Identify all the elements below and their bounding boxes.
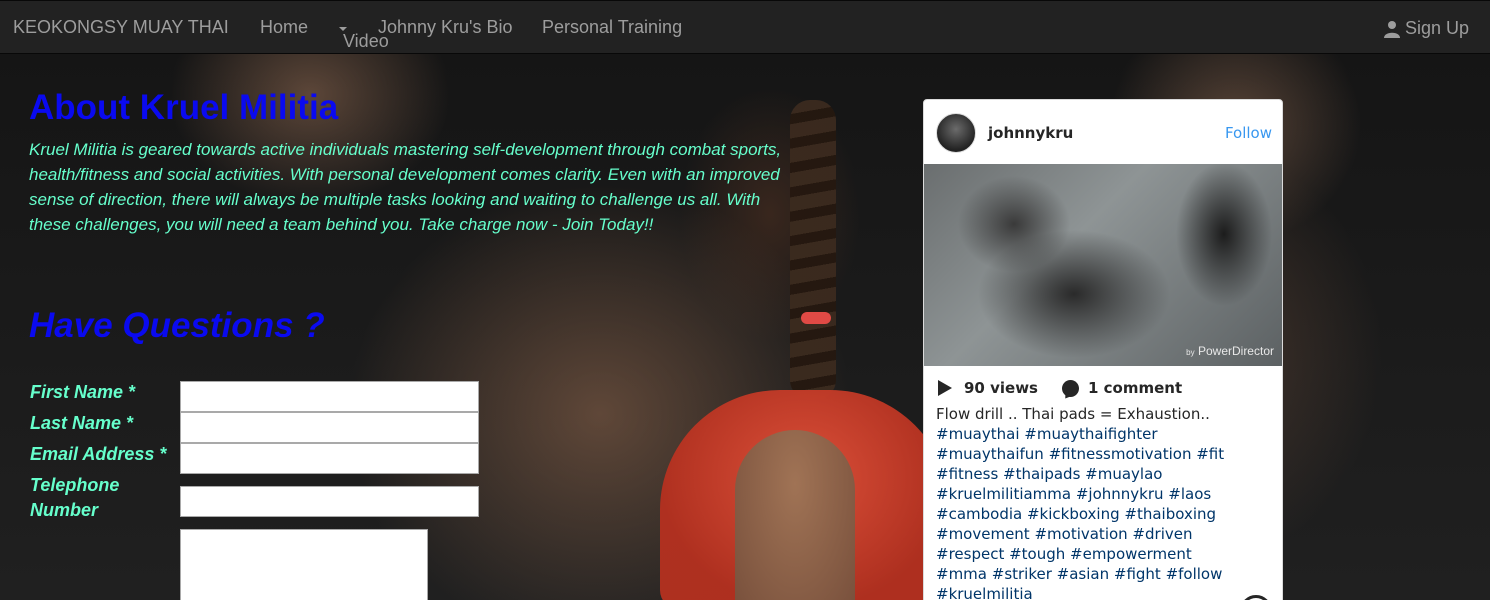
first-name-label: First Name * xyxy=(30,382,136,402)
caption-text: Flow drill .. Thai pads = Exhaustion.. xyxy=(936,405,1210,423)
phone-label: Telephone Number xyxy=(30,475,120,520)
phone-field[interactable] xyxy=(180,486,479,517)
caption-hashtags[interactable]: #muaythai #muaythaifighter #muaythaifun … xyxy=(936,424,1236,600)
background-hairtie xyxy=(801,312,831,324)
speech-bubble-icon[interactable] xyxy=(1240,595,1272,600)
follow-button[interactable]: Follow xyxy=(1225,124,1272,142)
instagram-embed: johnnykru Follow by PowerDirector 90 vie… xyxy=(923,99,1283,600)
last-name-field[interactable] xyxy=(180,412,479,443)
first-name-field[interactable] xyxy=(180,381,479,412)
top-navbar: KEOKONGSY MUAY THAI Home Video Johnny Kr… xyxy=(0,0,1490,54)
questions-title: Have Questions ? xyxy=(29,306,325,345)
watermark-brand: PowerDirector xyxy=(1197,344,1274,358)
avatar[interactable] xyxy=(936,113,976,153)
comments-count[interactable]: 1 comment xyxy=(1088,379,1182,397)
nav-home[interactable]: Home xyxy=(260,17,308,38)
background-shirt-back xyxy=(735,430,855,600)
brand-link[interactable]: KEOKONGSY MUAY THAI xyxy=(13,17,229,38)
last-name-label: Last Name * xyxy=(30,413,134,433)
email-field[interactable] xyxy=(180,443,479,474)
email-label: Email Address * xyxy=(30,444,167,464)
views-count: 90 views xyxy=(964,379,1038,397)
about-title: About Kruel Militia xyxy=(29,88,339,127)
instagram-username[interactable]: johnnykru xyxy=(988,124,1073,142)
nav-bio[interactable]: Johnny Kru's Bio xyxy=(378,17,513,38)
signup-label: Sign Up xyxy=(1404,18,1469,38)
instagram-video[interactable]: by PowerDirector xyxy=(924,164,1282,366)
instagram-stats: 90 views 1 comment xyxy=(938,379,1182,397)
nav-personal-training[interactable]: Personal Training xyxy=(542,17,682,38)
about-text: Kruel Militia is geared towards active i… xyxy=(29,140,782,234)
background-braid xyxy=(790,100,836,400)
play-icon xyxy=(938,380,952,396)
video-watermark: by PowerDirector xyxy=(1186,344,1274,358)
message-field[interactable] xyxy=(180,529,428,600)
user-icon xyxy=(1383,20,1400,38)
instagram-header: johnnykru Follow xyxy=(924,100,1282,164)
instagram-caption: Flow drill .. Thai pads = Exhaustion.. #… xyxy=(936,404,1236,600)
watermark-by: by xyxy=(1186,348,1195,357)
signup-link[interactable]: Sign Up xyxy=(1383,18,1469,39)
comment-icon xyxy=(1061,379,1079,397)
